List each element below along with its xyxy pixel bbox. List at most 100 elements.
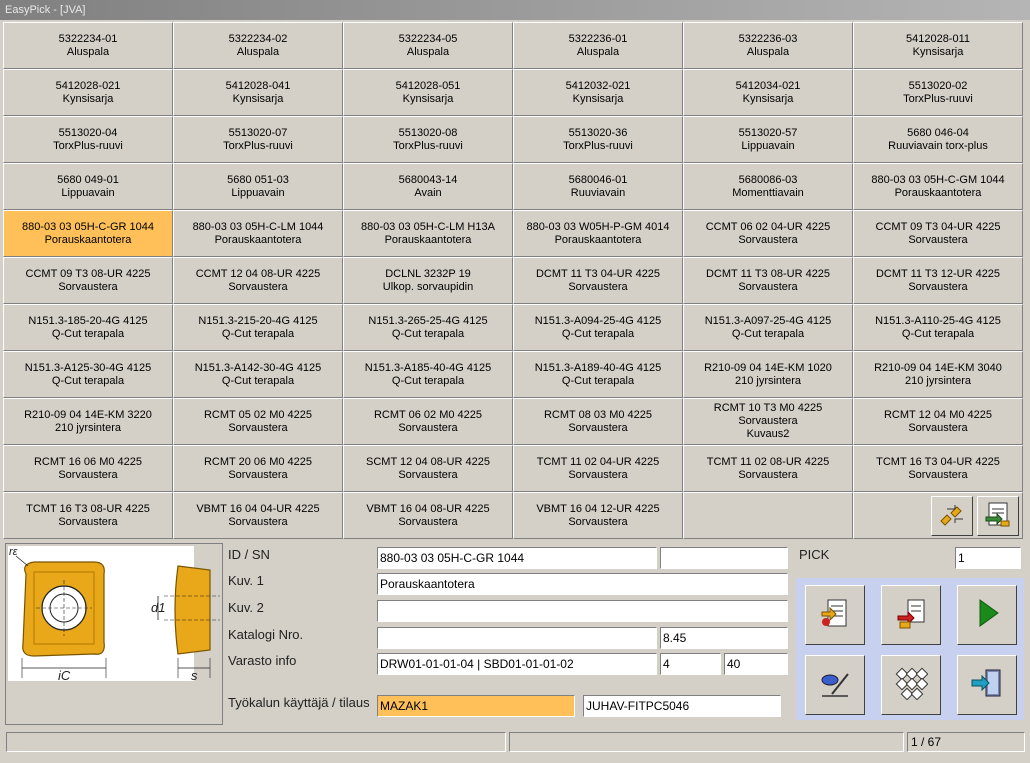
item-description: Lippuavain	[741, 139, 795, 152]
item-cell[interactable]: 5680 049-01 Lippuavain	[3, 163, 173, 210]
varasto-field[interactable]: DRW01-01-01-04 | SBD01-01-01-02	[377, 653, 657, 675]
item-cell[interactable]: N151.3-215-20-4G 4125 Q-Cut terapala	[173, 304, 343, 351]
item-cell[interactable]: N151.3-A125-30-4G 4125 Q-Cut terapala	[3, 351, 173, 398]
item-description: Kynsisarja	[572, 92, 624, 105]
item-cell[interactable]: VBMT 16 04 12-UR 4225 Sorvaustera	[513, 492, 683, 539]
item-cell[interactable]: 5513020-36 TorxPlus-ruuvi	[513, 116, 683, 163]
item-cell[interactable]: 5513020-07 TorxPlus-ruuvi	[173, 116, 343, 163]
item-cell[interactable]: N151.3-185-20-4G 4125 Q-Cut terapala	[3, 304, 173, 351]
item-cell[interactable]: TCMT 16 T3 08-UR 4225 Sorvaustera	[3, 492, 173, 539]
item-code: RCMT 16 06 M0 4225	[33, 455, 143, 468]
item-cell[interactable]: N151.3-A142-30-4G 4125 Q-Cut terapala	[173, 351, 343, 398]
item-cell[interactable]: VBMT 16 04 04-UR 4225 Sorvaustera	[173, 492, 343, 539]
item-description: Aluspala	[746, 45, 790, 58]
item-cell[interactable]: N151.3-A189-40-4G 4125 Q-Cut terapala	[513, 351, 683, 398]
item-cell[interactable]: RCMT 08 03 M0 4225 Sorvaustera	[513, 398, 683, 445]
item-cell[interactable]: TCMT 11 02 04-UR 4225 Sorvaustera	[513, 445, 683, 492]
pattern-icon	[894, 666, 929, 705]
user-field[interactable]: MAZAK1	[377, 695, 575, 717]
sn-field[interactable]	[660, 547, 788, 569]
item-cell[interactable]: RCMT 06 02 M0 4225 Sorvaustera	[343, 398, 513, 445]
pick-field[interactable]: 1	[955, 547, 1021, 569]
item-code: 5680 051-03	[227, 173, 289, 186]
item-cell[interactable]: R210-09 04 14E-KM 3220 210 jyrsintera	[3, 398, 173, 445]
item-cell[interactable]: 5322234-01 Aluspala	[3, 22, 173, 69]
edit-button[interactable]	[805, 655, 865, 715]
item-cell[interactable]: N151.3-265-25-4G 4125 Q-Cut terapala	[343, 304, 513, 351]
item-cell[interactable]: 5322234-02 Aluspala	[173, 22, 343, 69]
play-button[interactable]	[957, 585, 1017, 645]
item-code: N151.3-185-20-4G 4125	[28, 314, 148, 327]
item-cell[interactable]: DCMT 11 T3 08-UR 4225 Sorvaustera	[683, 257, 853, 304]
kuv2-label: Kuv. 2	[228, 600, 264, 615]
katalogi-label: Katalogi Nro.	[228, 627, 304, 642]
item-code: 5412028-011	[905, 32, 971, 45]
item-cell[interactable]: SCMT 12 04 08-UR 4225 Sorvaustera	[343, 445, 513, 492]
exit-button[interactable]	[957, 655, 1017, 715]
item-cell[interactable]: 5680 051-03 Lippuavain	[173, 163, 343, 210]
item-code: 5680086-03	[738, 173, 798, 186]
item-cell[interactable]: CCMT 09 T3 08-UR 4225 Sorvaustera	[3, 257, 173, 304]
item-description: Sorvaustera	[58, 468, 118, 481]
item-description: Sorvaustera	[398, 468, 458, 481]
item-code: N151.3-A097-25-4G 4125	[704, 314, 832, 327]
item-cell[interactable]: TCMT 16 T3 04-UR 4225 Sorvaustera	[853, 445, 1023, 492]
item-cell[interactable]: RCMT 10 T3 M0 4225 Sorvaustera Kuvaus2	[683, 398, 853, 445]
item-cell[interactable]: DCMT 11 T3 04-UR 4225 Sorvaustera	[513, 257, 683, 304]
item-cell[interactable]: N151.3-A094-25-4G 4125 Q-Cut terapala	[513, 304, 683, 351]
katalogi-field[interactable]	[377, 627, 657, 649]
item-cell[interactable]: 5322236-01 Aluspala	[513, 22, 683, 69]
item-cell[interactable]: 880-03 03 W05H-P-GM 4014 Porauskaantotera	[513, 210, 683, 257]
item-cell[interactable]: CCMT 06 02 04-UR 4225 Sorvaustera	[683, 210, 853, 257]
item-description: TorxPlus-ruuvi	[563, 139, 633, 152]
item-cell[interactable]: 5412034-021 Kynsisarja	[683, 69, 853, 116]
report-button[interactable]	[977, 495, 1019, 536]
kuv2-field[interactable]	[377, 600, 788, 622]
item-cell[interactable]: DCLNL 3232P 19 Ulkop. sorvaupidin	[343, 257, 513, 304]
kuv1-field[interactable]: Porauskaantotera	[377, 573, 788, 595]
item-cell[interactable]: 880-03 03 05H-C-LM H13A Porauskaantotera	[343, 210, 513, 257]
item-cell[interactable]: R210-09 04 14E-KM 3040 210 jyrsintera	[853, 351, 1023, 398]
item-cell[interactable]: 5412028-011 Kynsisarja	[853, 22, 1023, 69]
item-cell[interactable]: N151.3-A097-25-4G 4125 Q-Cut terapala	[683, 304, 853, 351]
item-cell[interactable]: RCMT 16 06 M0 4225 Sorvaustera	[3, 445, 173, 492]
item-cell[interactable]: 5680046-01 Ruuviavain	[513, 163, 683, 210]
item-cell[interactable]: 880-03 03 05H-C-LM 1044 Porauskaantotera	[173, 210, 343, 257]
item-cell[interactable]: DCMT 11 T3 12-UR 4225 Sorvaustera	[853, 257, 1023, 304]
quantity-field[interactable]: 4	[660, 653, 721, 675]
item-cell[interactable]: 5322234-05 Aluspala	[343, 22, 513, 69]
item-cell[interactable]: 5412032-021 Kynsisarja	[513, 69, 683, 116]
item-cell[interactable]: TCMT 11 02 08-UR 4225 Sorvaustera	[683, 445, 853, 492]
transfer-button[interactable]	[931, 495, 973, 536]
item-cell[interactable]: R210-09 04 14E-KM 1020 210 jyrsintera	[683, 351, 853, 398]
item-cell[interactable]: 5322236-03 Aluspala	[683, 22, 853, 69]
order-field[interactable]: JUHAV-FITPC5046	[583, 695, 781, 717]
item-cell[interactable]: CCMT 09 T3 04-UR 4225 Sorvaustera	[853, 210, 1023, 257]
item-cell[interactable]: 5513020-04 TorxPlus-ruuvi	[3, 116, 173, 163]
item-cell[interactable]: 5412028-051 Kynsisarja	[343, 69, 513, 116]
max-field[interactable]: 40	[724, 653, 788, 675]
item-cell[interactable]: N151.3-A185-40-4G 4125 Q-Cut terapala	[343, 351, 513, 398]
item-cell[interactable]: 5513020-57 Lippuavain	[683, 116, 853, 163]
item-cell[interactable]: RCMT 20 06 M0 4225 Sorvaustera	[173, 445, 343, 492]
pattern-button[interactable]	[881, 655, 941, 715]
item-cell[interactable]: 5412028-041 Kynsisarja	[173, 69, 343, 116]
item-cell[interactable]: RCMT 12 04 M0 4225 Sorvaustera	[853, 398, 1023, 445]
item-cell[interactable]: 880-03 03 05H-C-GR 1044 Porauskaantotera	[3, 210, 173, 257]
item-cell[interactable]: 5680 046-04 Ruuviavain torx-plus	[853, 116, 1023, 163]
id-sn-field[interactable]: 880-03 03 05H-C-GR 1044	[377, 547, 657, 569]
item-cell[interactable]: 5513020-02 TorxPlus-ruuvi	[853, 69, 1023, 116]
item-code: N151.3-A189-40-4G 4125	[534, 361, 662, 374]
price-field[interactable]: 8.45	[660, 627, 788, 649]
item-cell[interactable]: 5680043-14 Avain	[343, 163, 513, 210]
item-cell[interactable]: 5680086-03 Momenttiavain	[683, 163, 853, 210]
item-cell[interactable]: 5513020-08 TorxPlus-ruuvi	[343, 116, 513, 163]
item-cell[interactable]: 5412028-021 Kynsisarja	[3, 69, 173, 116]
item-cell[interactable]: VBMT 16 04 08-UR 4225 Sorvaustera	[343, 492, 513, 539]
item-cell[interactable]: RCMT 05 02 M0 4225 Sorvaustera	[173, 398, 343, 445]
item-cell[interactable]: CCMT 12 04 08-UR 4225 Sorvaustera	[173, 257, 343, 304]
item-cell[interactable]: 880-03 03 05H-C-GM 1044 Porauskaantotera	[853, 163, 1023, 210]
item-cell[interactable]: N151.3-A110-25-4G 4125 Q-Cut terapala	[853, 304, 1023, 351]
export-button[interactable]	[881, 585, 941, 645]
list-button[interactable]	[805, 585, 865, 645]
